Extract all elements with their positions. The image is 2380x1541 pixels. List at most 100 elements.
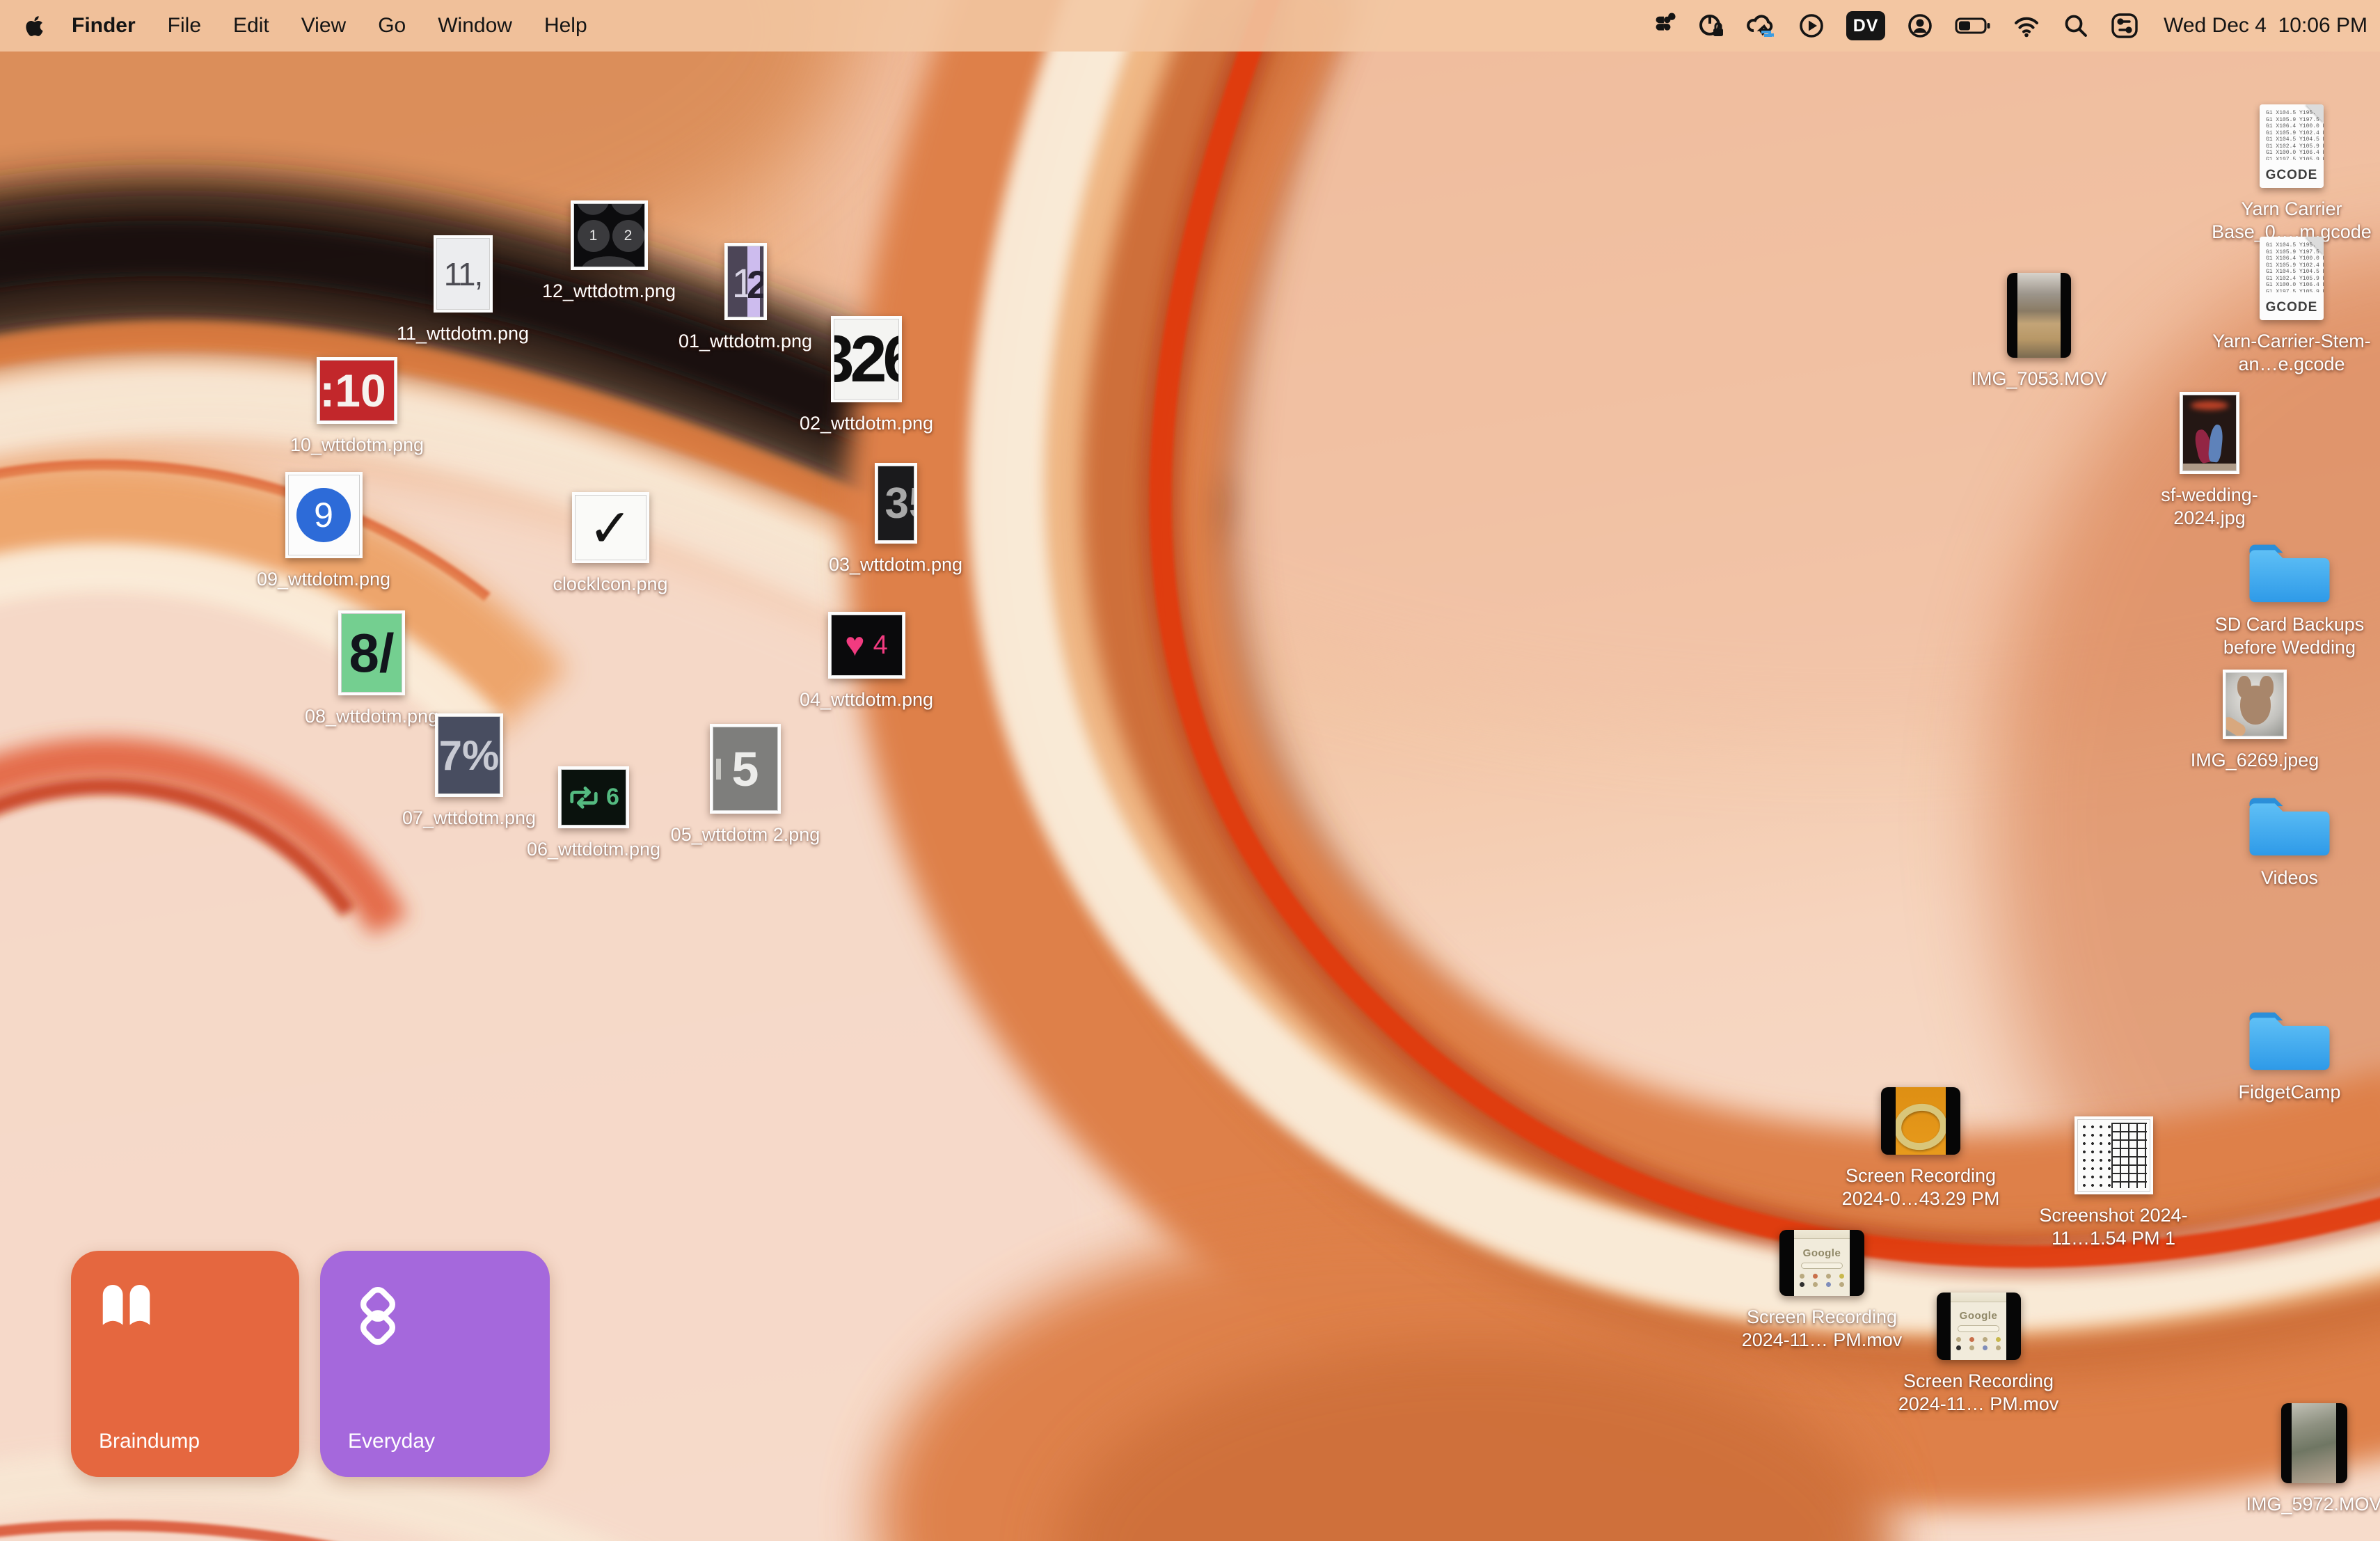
file-04-wttdotm[interactable]: ♥ 4 04_wttdotm.png: [779, 612, 953, 711]
photo-thumbnail: [2223, 670, 2287, 739]
file-label: 10_wttdotm.png: [290, 434, 424, 457]
file-yarn-carrier-stem-gcode[interactable]: G1 X104.5 Y195.4 E4.048 G1 X105.9 Y197.5…: [2205, 237, 2379, 376]
menu-file[interactable]: File: [168, 14, 201, 38]
folder-icon: [2246, 793, 2333, 857]
folder-icon: [2246, 539, 2333, 603]
blue-circle-graphic: 9: [296, 488, 351, 542]
file-label: 05_wttdotm 2.png: [671, 823, 820, 846]
widget-label: Everyday: [348, 1430, 435, 1453]
file-label: Screenshot 2024-11…1.54 PM 1: [2026, 1204, 2200, 1250]
file-08-wttdotm[interactable]: 8/ 08_wttdotm.png: [285, 610, 459, 728]
dv-badge[interactable]: DV: [1846, 11, 1885, 40]
image-thumbnail: 8/: [338, 610, 405, 695]
file-03-wttdotm[interactable]: 35 03_wttdotm.png: [809, 463, 983, 576]
file-img-7053-mov[interactable]: IMG_7053.MOV: [1952, 273, 2126, 390]
menu-edit[interactable]: Edit: [233, 14, 269, 38]
file-label: 04_wttdotm.png: [800, 688, 933, 711]
keypad-digit: 1: [578, 220, 610, 252]
menu-finder[interactable]: Finder: [72, 14, 136, 38]
account-icon[interactable]: [1906, 10, 1934, 41]
google-logo-text: Google: [1803, 1247, 1841, 1259]
thumb-text: 4: [873, 631, 888, 661]
file-label: Screen Recording 2024-0…43.29 PM: [1834, 1164, 2008, 1210]
folded-corner-icon: [2306, 104, 2324, 123]
play-status-icon[interactable]: [1798, 10, 1825, 41]
image-thumbnail: ✓: [572, 492, 649, 563]
menu-help[interactable]: Help: [544, 14, 587, 38]
file-label: 02_wttdotm.png: [800, 412, 933, 435]
file-screen-recording-google-1[interactable]: Google Screen Recording 2024-11… PM.mov: [1735, 1230, 1909, 1352]
folder-fidgetcamp[interactable]: FidgetCamp: [2203, 1007, 2377, 1104]
menu-bar-left: Finder File Edit View Go Window Help: [0, 14, 587, 38]
widget-braindump[interactable]: Braindump: [71, 1251, 299, 1477]
file-yarn-carrier-base-gcode[interactable]: G1 X104.5 Y195.4 E4.048 G1 X105.9 Y197.5…: [2205, 104, 2379, 244]
file-screen-recording-google-2[interactable]: Google Screen Recording 2024-11… PM.mov: [1891, 1293, 2065, 1416]
file-09-wttdotm[interactable]: 9 09_wttdotm.png: [237, 472, 411, 591]
image-thumbnail: :10: [317, 357, 397, 424]
file-02-wttdotm[interactable]: 326 02_wttdotm.png: [779, 316, 953, 435]
thumb-text: 7%: [439, 732, 500, 780]
keypad-digit: 2: [612, 220, 644, 252]
file-10-wttdotm[interactable]: :10 10_wttdotm.png: [270, 357, 444, 457]
file-label: 06_wttdotm.png: [527, 838, 660, 861]
file-screen-recording-ring[interactable]: Screen Recording 2024-0…43.29 PM: [1834, 1087, 2008, 1210]
checkmark-graphic: ✓: [588, 497, 633, 559]
video-thumbnail: Google: [1779, 1230, 1864, 1296]
file-screenshot-grid[interactable]: Screenshot 2024-11…1.54 PM 1: [2026, 1116, 2200, 1250]
image-thumbnail: 7%: [435, 713, 503, 797]
file-label: Screen Recording 2024-11… PM.mov: [1891, 1370, 2065, 1416]
photo-thumbnail: [2180, 392, 2239, 474]
control-center-icon[interactable]: [2111, 10, 2139, 41]
apple-menu-icon[interactable]: [25, 15, 44, 38]
gcode-file-icon: G1 X104.5 Y195.4 E4.048 G1 X105.9 Y197.5…: [2260, 237, 2324, 320]
folder-label: FidgetCamp: [2238, 1081, 2340, 1104]
file-label: 12_wttdotm.png: [542, 280, 676, 303]
file-sf-wedding-jpg[interactable]: sf-wedding-2024.jpg: [2123, 392, 2296, 530]
book-icon: [99, 1283, 163, 1333]
menu-view[interactable]: View: [301, 14, 346, 38]
video-thumbnail: [2007, 273, 2071, 358]
figma-icon[interactable]: [1650, 10, 1676, 41]
gcode-file-icon: G1 X104.5 Y195.4 E4.048 G1 X105.9 Y197.5…: [2260, 104, 2324, 188]
repeat-icon: [568, 785, 600, 810]
thumb-text: 5: [732, 741, 759, 797]
gcode-ext-badge: GCODE: [2260, 168, 2324, 183]
battery-icon[interactable]: [1955, 10, 1991, 41]
cloud-sync-icon[interactable]: [1746, 10, 1777, 41]
power-lock-icon[interactable]: [1697, 10, 1725, 41]
menu-window[interactable]: Window: [438, 14, 512, 38]
menu-clock[interactable]: Wed Dec 4 10:06 PM: [2164, 14, 2367, 38]
image-thumbnail: 1 2: [571, 200, 648, 270]
file-img-6269-jpeg[interactable]: IMG_6269.jpeg: [2168, 670, 2342, 772]
file-img-5972-mov[interactable]: IMG_5972.MOV: [2227, 1403, 2380, 1516]
file-05-wttdotm-2[interactable]: 5 05_wttdotm 2.png: [658, 724, 832, 846]
folder-icon: [2246, 1007, 2333, 1071]
search-icon[interactable]: [2062, 10, 2090, 41]
image-thumbnail: 326: [831, 316, 902, 402]
image-thumbnail: 6: [558, 766, 629, 828]
folder-videos[interactable]: Videos: [2203, 793, 2377, 890]
thumb-text: 11,: [444, 255, 482, 293]
image-thumbnail: 11,: [434, 235, 493, 313]
image-thumbnail: 1 2: [724, 243, 767, 320]
folder-sd-card-backups[interactable]: SD Card Backups before Wedding: [2203, 539, 2377, 659]
shortcuts-icon: [348, 1283, 408, 1352]
gold-ring-graphic: [1896, 1099, 1946, 1153]
gcode-ext-badge: GCODE: [2260, 300, 2324, 315]
thumb-text: :10: [320, 364, 386, 417]
thumb-text: 8/: [349, 622, 394, 685]
file-label: IMG_6269.jpeg: [2191, 749, 2319, 772]
folder-label: Videos: [2261, 867, 2318, 890]
file-clockicon[interactable]: ✓ clockIcon.png: [523, 492, 697, 596]
image-thumbnail: 35: [875, 463, 917, 544]
file-06-wttdotm[interactable]: 6 06_wttdotm.png: [507, 766, 681, 861]
thumb-text: 35: [885, 479, 914, 528]
screenshot-thumbnail: [2074, 1116, 2153, 1194]
menu-go[interactable]: Go: [378, 14, 406, 38]
wifi-icon[interactable]: [2012, 10, 2041, 41]
video-thumbnail: [1881, 1087, 1960, 1155]
widget-everyday[interactable]: Everyday: [320, 1251, 550, 1477]
google-logo-text: Google: [1960, 1310, 1998, 1322]
video-thumbnail: Google: [1937, 1293, 2021, 1360]
thumb-text: 326: [834, 322, 898, 397]
